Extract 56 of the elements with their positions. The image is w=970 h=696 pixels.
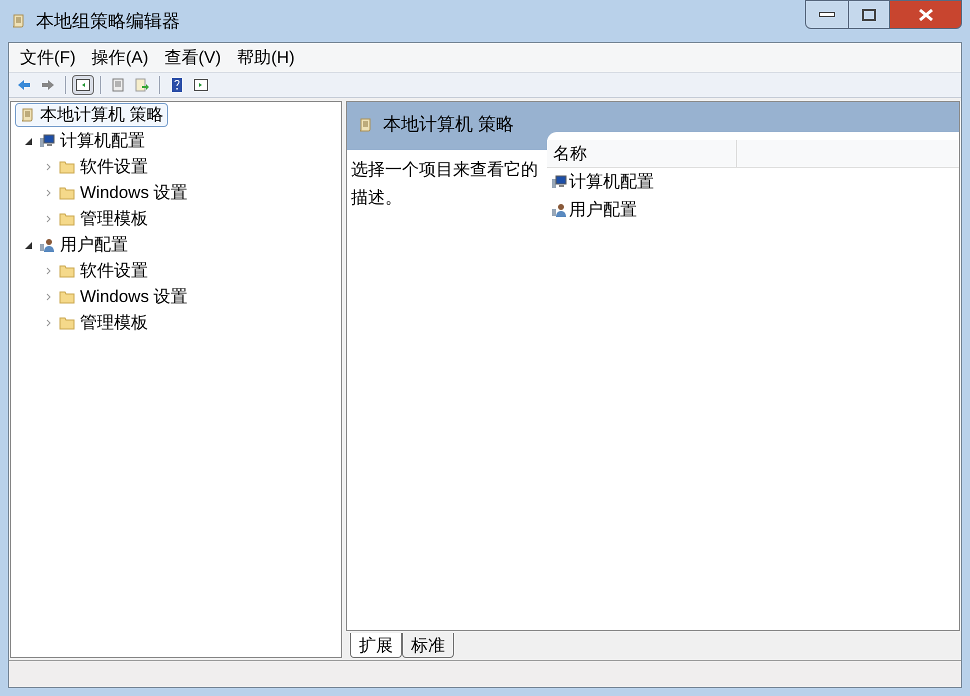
folder-icon	[59, 264, 75, 278]
folder-icon	[59, 212, 75, 226]
scroll-icon	[357, 116, 373, 132]
folder-icon	[59, 290, 75, 304]
help-icon	[169, 77, 185, 93]
maximize-icon	[862, 8, 876, 20]
menu-item[interactable]: 操作(A)	[84, 44, 156, 70]
computer-icon	[39, 133, 55, 149]
minimize-icon	[819, 12, 835, 18]
menu-item[interactable]: 查看(V)	[156, 44, 230, 70]
tree-item[interactable]: 计算机配置	[35, 129, 149, 153]
properties-icon	[110, 77, 126, 93]
scroll-icon	[19, 107, 35, 123]
forward-icon	[40, 77, 56, 93]
tree-item-label: 计算机配置	[60, 130, 145, 152]
list-row[interactable]: 计算机配置	[547, 168, 959, 196]
minimize-button[interactable]	[805, 0, 849, 29]
back-icon	[16, 77, 32, 93]
maximize-button[interactable]	[849, 0, 889, 29]
scroll-icon	[10, 13, 26, 29]
user-icon	[39, 237, 55, 253]
tree-item[interactable]: 用户配置	[35, 233, 132, 257]
tree-item[interactable]: Windows 设置	[55, 181, 192, 205]
folder-icon	[59, 160, 75, 174]
tree-item[interactable]: 软件设置	[55, 155, 152, 179]
computer-icon	[551, 174, 567, 190]
tree-item-label: 管理模板	[80, 208, 148, 230]
tree-item-label: 管理模板	[80, 312, 148, 334]
tree-item[interactable]: 管理模板	[55, 311, 152, 335]
tree-item[interactable]: 本地计算机 策略	[15, 103, 168, 127]
description-text: 选择一个项目来查看它的描述。	[350, 159, 539, 209]
tree-item-label: 软件设置	[80, 260, 148, 282]
tree-item[interactable]: 管理模板	[55, 207, 152, 231]
tree-item-label: Windows 设置	[80, 182, 188, 204]
view-tab[interactable]: 扩展	[350, 633, 402, 658]
tree-item[interactable]: 软件设置	[55, 259, 152, 283]
console-tree-button[interactable]	[72, 75, 94, 95]
tree-item-label: 本地计算机 策略	[40, 104, 164, 126]
user-icon	[551, 202, 567, 218]
tree-item-label: 软件设置	[80, 156, 148, 178]
console-tree-icon	[75, 77, 91, 93]
export-list-icon	[134, 77, 150, 93]
window-title: 本地组策略编辑器	[36, 10, 180, 32]
folder-icon	[59, 316, 75, 330]
menu-item[interactable]: 文件(F)	[12, 44, 84, 70]
menu-item[interactable]: 帮助(H)	[229, 44, 303, 70]
tree-item-label: Windows 设置	[80, 286, 188, 308]
tree-item[interactable]: Windows 设置	[55, 285, 192, 309]
action-pane-icon	[193, 77, 209, 93]
list-row[interactable]: 用户配置	[547, 196, 959, 224]
close-button[interactable]	[889, 0, 962, 29]
details-title: 本地计算机 策略	[383, 113, 514, 136]
close-icon	[918, 8, 934, 22]
tree-item-label: 用户配置	[60, 234, 128, 256]
folder-icon	[59, 186, 75, 200]
view-tab[interactable]: 标准	[402, 633, 454, 658]
